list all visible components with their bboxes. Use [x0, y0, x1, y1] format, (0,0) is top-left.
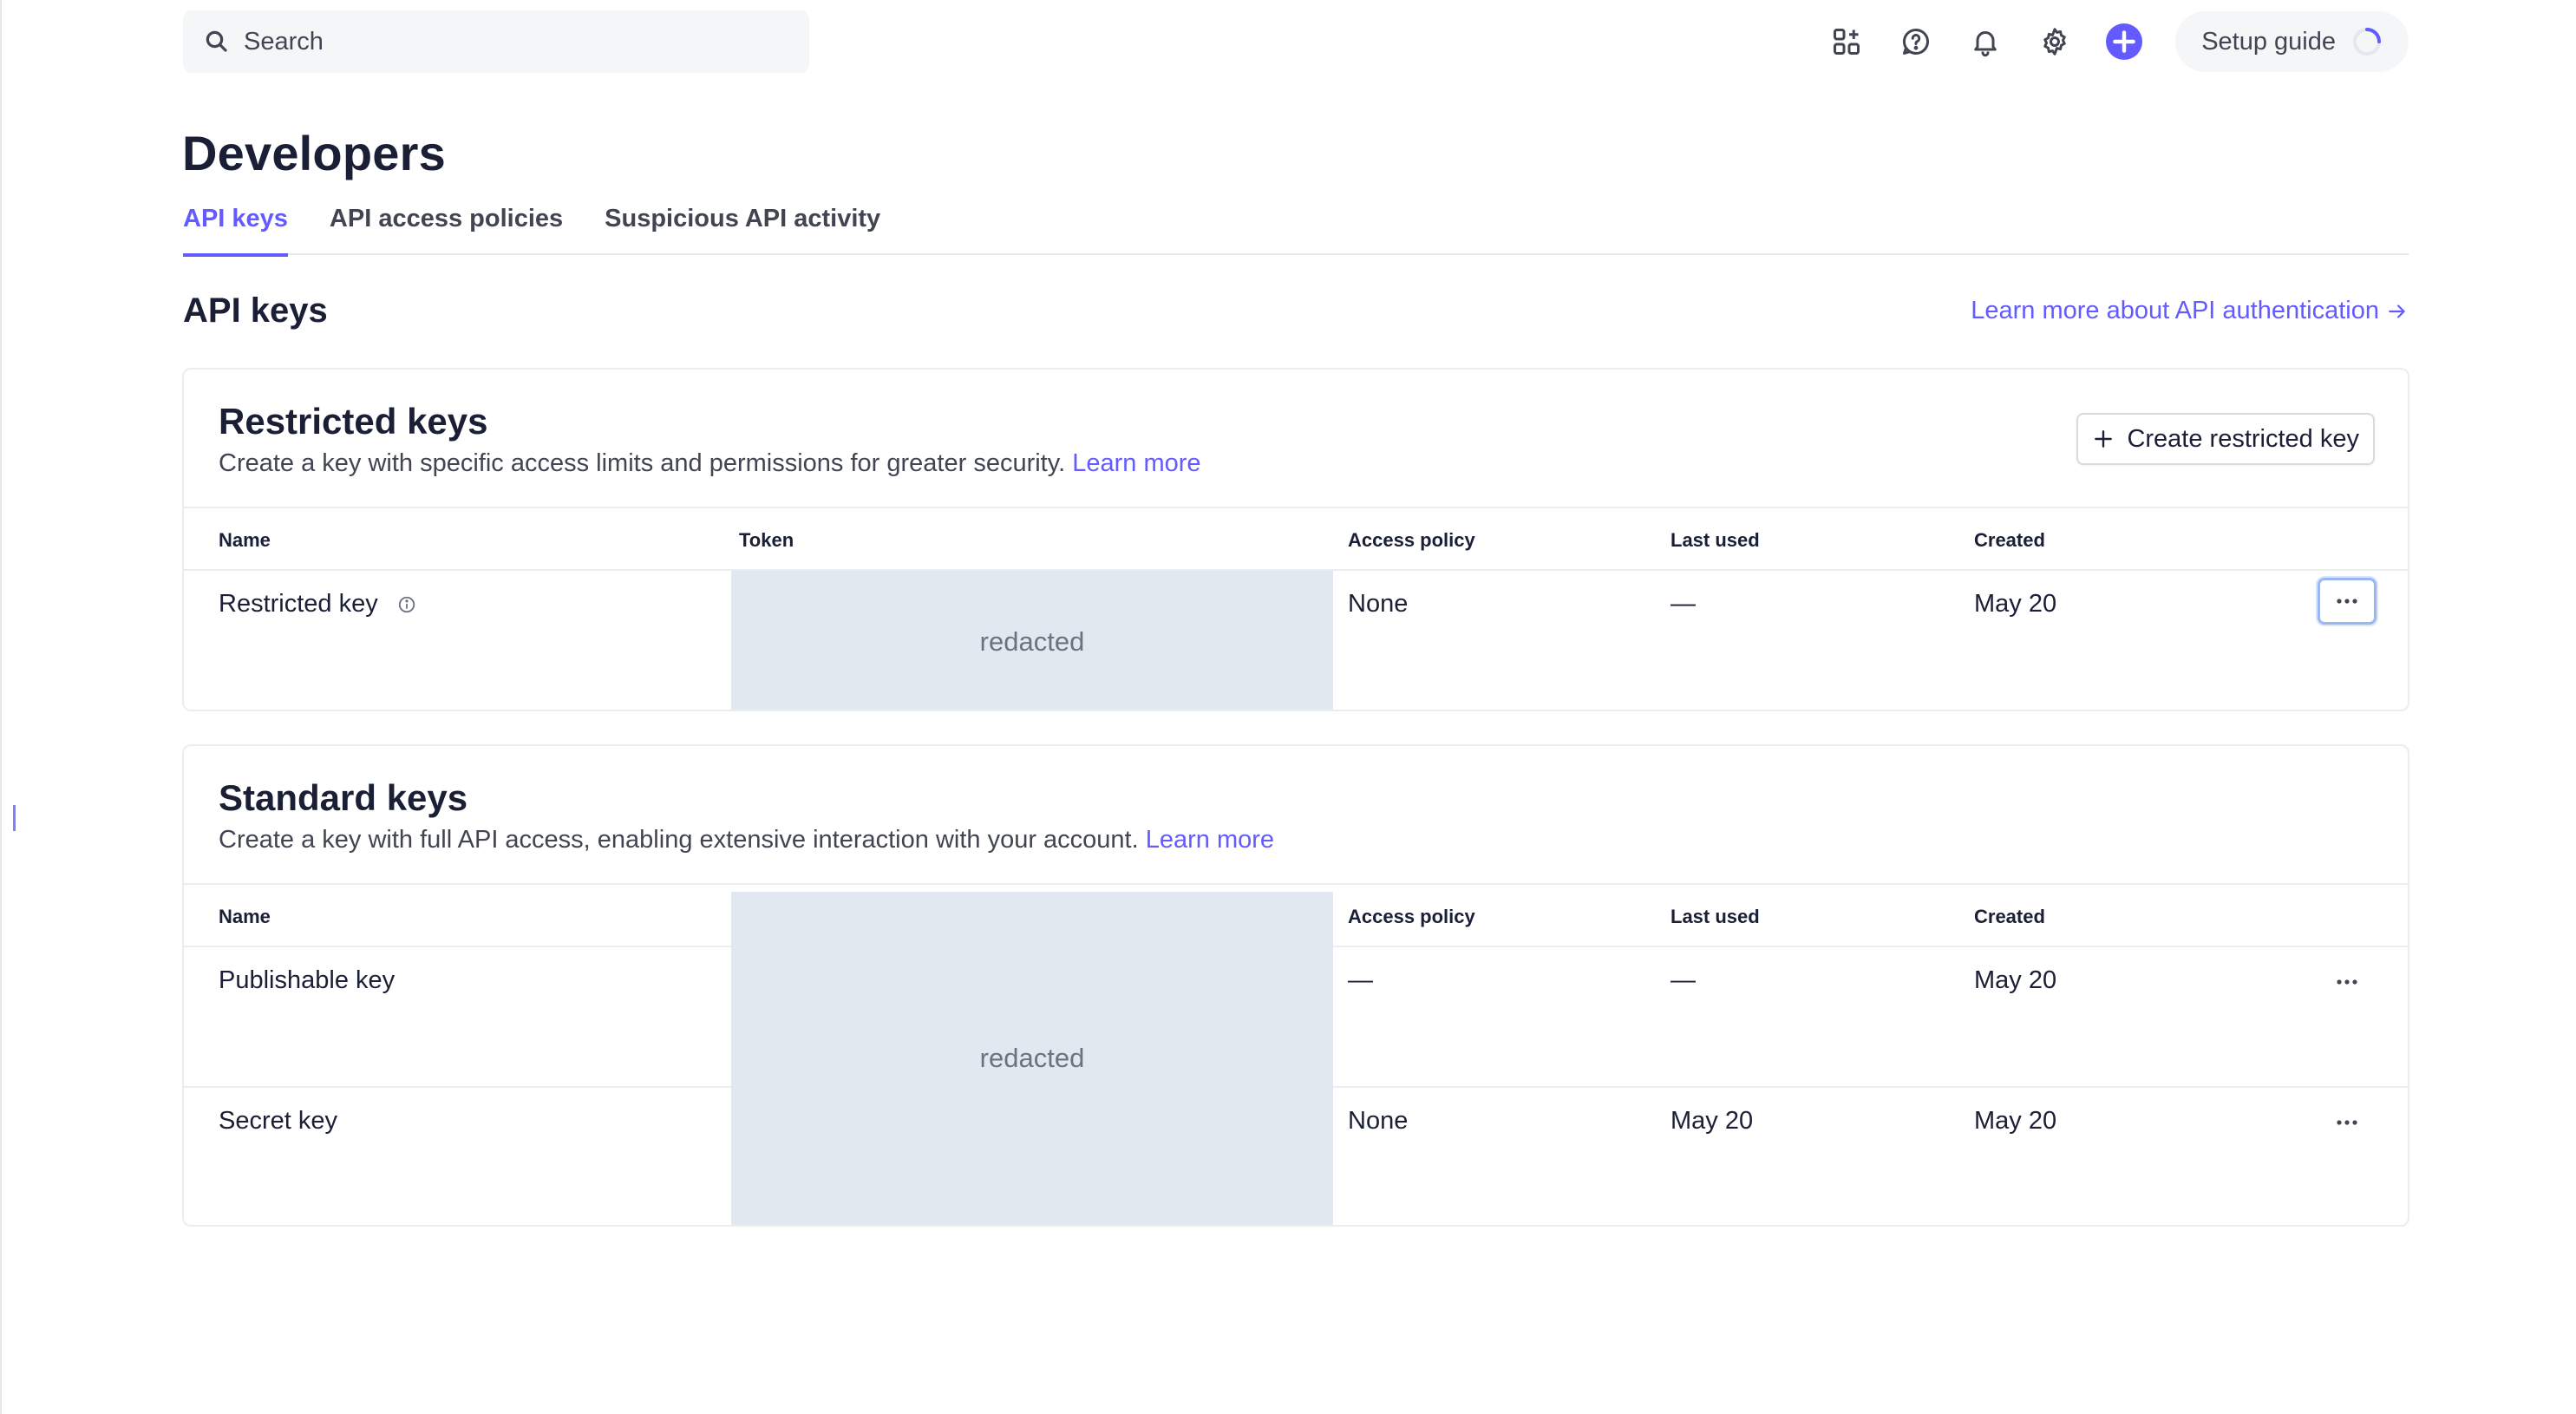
restricted-keys-description: Create a key with specific access limits… — [219, 449, 1201, 478]
restricted-keys-header: Restricted keys Create a key with specif… — [184, 370, 2408, 508]
redacted-token: redacted — [731, 892, 1333, 1225]
standard-keys-desc-text: Create a key with full API access, enabl… — [219, 826, 1139, 854]
learn-api-auth-label: Learn more about API authentication — [1971, 297, 2379, 324]
section-title: API keys — [183, 291, 328, 330]
column-created: Created — [1974, 529, 2045, 551]
created-value: May 20 — [1974, 1107, 2057, 1135]
column-name: Name — [219, 529, 271, 551]
access-policy-value: None — [1348, 1107, 1409, 1135]
column-access-policy: Access policy — [1348, 906, 1475, 927]
tab-api-keys[interactable]: API keys — [183, 205, 288, 257]
top-icons: Setup guide — [1827, 10, 2409, 73]
top-bar: Setup guide — [183, 10, 2409, 73]
create-restricted-key-button[interactable]: Create restricted key — [2076, 413, 2375, 465]
tab-suspicious-api-activity[interactable]: Suspicious API activity — [605, 205, 880, 255]
progress-ring-icon — [2353, 28, 2381, 56]
create-new-button[interactable] — [2104, 22, 2144, 62]
redacted-token: redacted — [731, 571, 1333, 710]
left-border — [0, 0, 2, 1414]
plus-icon — [2106, 23, 2143, 60]
column-access-policy: Access policy — [1348, 529, 1475, 551]
standard-keys-description: Create a key with full API access, enabl… — [219, 826, 1274, 854]
key-name-label: Restricted key — [219, 590, 378, 618]
more-icon — [2337, 599, 2357, 604]
more-icon — [2337, 979, 2357, 985]
redacted-label: redacted — [979, 626, 1085, 657]
standard-keys-card: Standard keys Create a key with full API… — [182, 744, 2409, 1227]
last-used-value: — — [1670, 590, 1696, 618]
redacted-label: redacted — [979, 1043, 1085, 1073]
access-policy-value: — — [1348, 966, 1373, 994]
page-title: Developers — [182, 126, 446, 180]
setup-guide-button[interactable]: Setup guide — [2175, 11, 2409, 72]
more-icon — [2337, 1120, 2357, 1125]
column-token: Token — [739, 529, 794, 551]
standard-keys-header: Standard keys Create a key with full API… — [184, 746, 2408, 885]
learn-api-auth-link[interactable]: Learn more about API authentication — [1971, 297, 2409, 325]
apps-icon[interactable] — [1827, 22, 1867, 62]
create-restricted-key-label: Create restricted key — [2127, 424, 2359, 453]
info-icon[interactable] — [397, 595, 416, 614]
standard-keys-title: Standard keys — [219, 777, 468, 818]
row-more-button[interactable] — [2318, 959, 2377, 1005]
restricted-keys-card: Restricted keys Create a key with specif… — [182, 368, 2409, 711]
column-name: Name — [219, 906, 271, 927]
key-name: Publishable key — [219, 966, 396, 994]
created-value: May 20 — [1974, 966, 2057, 994]
gear-icon[interactable] — [2035, 22, 2075, 62]
search-input[interactable] — [244, 27, 764, 56]
standard-learn-more-link[interactable]: Learn more — [1146, 826, 1274, 854]
row-more-button[interactable] — [2318, 578, 2377, 625]
last-used-value: — — [1670, 966, 1696, 994]
restricted-keys-desc-text: Create a key with specific access limits… — [219, 449, 1066, 477]
restricted-keys-title: Restricted keys — [219, 401, 488, 442]
plus-icon — [2095, 430, 2113, 448]
access-policy-value: None — [1348, 590, 1409, 618]
column-last-used: Last used — [1670, 529, 1760, 551]
created-value: May 20 — [1974, 590, 2057, 618]
search-icon — [206, 30, 227, 52]
text-cursor — [13, 805, 16, 831]
column-last-used: Last used — [1670, 906, 1760, 927]
setup-guide-label: Setup guide — [2201, 27, 2336, 56]
arrow-right-icon — [2389, 304, 2405, 318]
restricted-learn-more-link[interactable]: Learn more — [1072, 449, 1200, 477]
row-more-button[interactable] — [2318, 1099, 2377, 1146]
key-name: Secret key — [219, 1107, 337, 1135]
table-header: Name Token Access policy Last used Creat… — [184, 508, 2408, 571]
key-name: Restricted key — [219, 590, 416, 619]
search-box[interactable] — [183, 10, 809, 73]
help-icon[interactable] — [1896, 22, 1936, 62]
column-created: Created — [1974, 906, 2045, 927]
last-used-value: May 20 — [1670, 1107, 1754, 1135]
tab-bar: API keys API access policies Suspicious … — [183, 205, 2409, 257]
tab-api-access-policies[interactable]: API access policies — [330, 205, 563, 255]
bell-icon[interactable] — [1965, 22, 2005, 62]
